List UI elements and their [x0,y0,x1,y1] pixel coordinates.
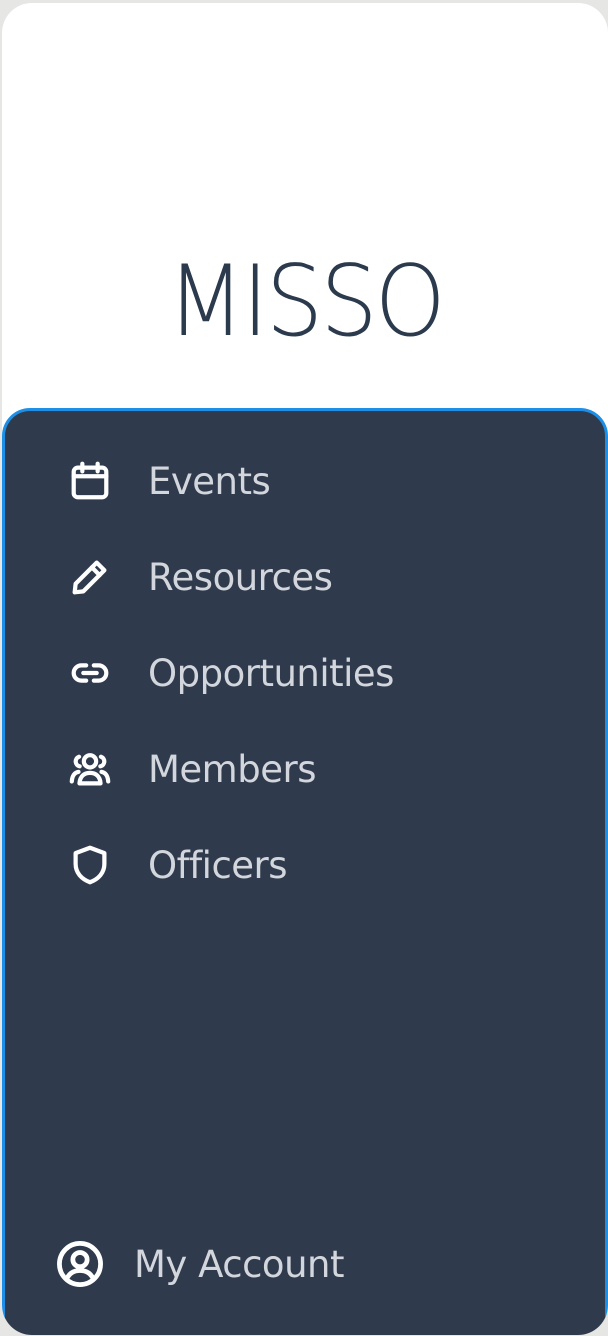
my-account-button[interactable]: My Account [50,1226,344,1302]
app-card: MISSO Events Resources Opportunities Mem… [2,3,608,1335]
nav-item-label: Events [148,459,271,503]
nav-item-label: Officers [148,843,288,887]
nav-item-label: Opportunities [148,651,394,695]
pencil-icon [60,547,120,607]
brand-header: MISSO [2,3,608,408]
nav-item-officers[interactable]: Officers [60,830,288,900]
shield-icon [60,835,120,895]
nav-item-events[interactable]: Events [60,446,271,516]
my-account-label: My Account [134,1242,344,1286]
nav-item-opportunities[interactable]: Opportunities [60,638,394,708]
sidebar-nav: Events Resources Opportunities Members O… [2,408,608,1335]
nav-item-label: Members [148,747,316,791]
nav-item-label: Resources [148,555,333,599]
brand-title: MISSO [166,244,446,359]
calendar-icon [60,451,120,511]
users-icon [60,739,120,799]
nav-item-resources[interactable]: Resources [60,542,333,612]
nav-item-members[interactable]: Members [60,734,316,804]
link-icon [60,643,120,703]
user-circle-icon [50,1234,110,1294]
